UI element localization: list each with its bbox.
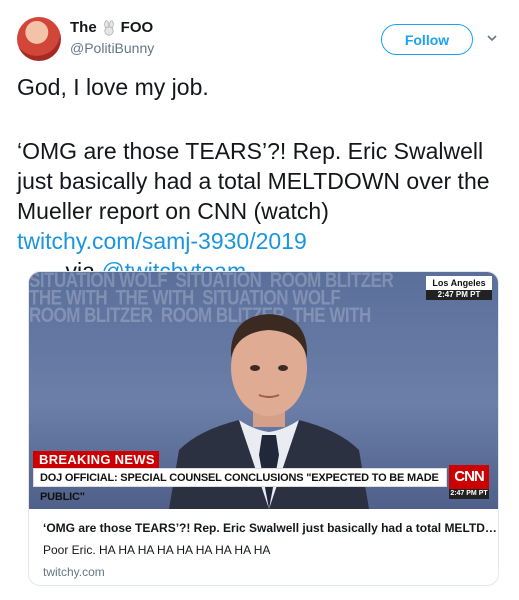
- location-tag: Los Angeles 2:47 PM PT: [426, 276, 492, 300]
- video-thumbnail[interactable]: SITUATION WOLF SITUATION ROOM BLITZER TH…: [29, 272, 498, 509]
- bunny-icon: [104, 19, 114, 35]
- card-domain: twitchy.com: [43, 565, 105, 579]
- tweet-link[interactable]: twitchy.com/samj-3930/2019: [17, 228, 307, 254]
- display-name-first[interactable]: The: [70, 19, 97, 36]
- cnn-logo: CNN: [449, 465, 489, 489]
- link-card[interactable]: SITUATION WOLF SITUATION ROOM BLITZER TH…: [28, 271, 499, 586]
- cnn-time: 2:47 PM PT: [449, 489, 489, 499]
- tweet-body: ‘OMG are those TEARS’?! Rep. Eric Swalwe…: [17, 136, 507, 286]
- chevron-down-icon[interactable]: [485, 31, 499, 45]
- author-handle[interactable]: @PolitiBunny: [70, 40, 154, 56]
- tweet-line1: God, I love my job.: [17, 74, 209, 100]
- location-time: 2:47 PM PT: [426, 290, 492, 300]
- card-description: Poor Eric. HA HA HA HA HA HA HA HA HA: [43, 543, 271, 557]
- news-headline-chyron: DOJ OFFICIAL: SPECIAL COUNSEL CONCLUSION…: [33, 468, 447, 503]
- follow-button[interactable]: Follow: [381, 24, 473, 55]
- tweet-text: God, I love my job. ‘OMG are those TEARS…: [17, 72, 507, 286]
- card-title[interactable]: ‘OMG are those TEARS’?! Rep. Eric Swalwe…: [43, 521, 497, 535]
- display-name-last[interactable]: FOO: [121, 19, 154, 36]
- avatar[interactable]: [17, 17, 61, 61]
- breaking-news-banner: BREAKING NEWS: [33, 451, 159, 468]
- card-body[interactable]: ‘OMG are those TEARS’?! Rep. Eric Swalwe…: [29, 509, 498, 579]
- tweet-body-text: ‘OMG are those TEARS’?! Rep. Eric Swalwe…: [17, 138, 490, 224]
- author-name-row[interactable]: The FOO: [70, 19, 153, 36]
- location-name: Los Angeles: [432, 278, 486, 288]
